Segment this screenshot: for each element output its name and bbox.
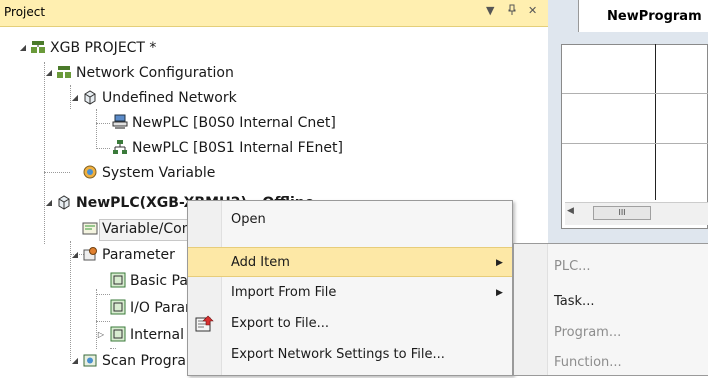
submenu-item-plc: PLC... bbox=[514, 252, 708, 282]
tree-item-fenet[interactable]: NewPLC [B0S1 Internal FEnet] bbox=[112, 137, 343, 159]
scroll-thumb[interactable]: III bbox=[593, 206, 651, 220]
cnet-device-icon bbox=[112, 114, 128, 129]
tab-newprogram[interactable]: NewProgram bbox=[578, 0, 708, 32]
horizontal-scrollbar[interactable]: ◀ III bbox=[565, 202, 708, 225]
menu-item-label: Function... bbox=[554, 355, 622, 370]
plc-cube-icon bbox=[58, 195, 70, 210]
expanded-arrow-icon[interactable]: ◢ bbox=[70, 350, 80, 372]
menu-item-add-item[interactable]: Add Item ▶ bbox=[188, 247, 512, 277]
dropdown-icon[interactable]: ▼ bbox=[486, 4, 494, 17]
system-variable-icon bbox=[83, 165, 97, 179]
panel-title: Project bbox=[4, 5, 46, 19]
close-icon[interactable]: ✕ bbox=[528, 4, 537, 17]
tree-label: Network Configuration bbox=[76, 65, 234, 81]
network-config-icon bbox=[57, 66, 71, 78]
submenu-item-function: Function... bbox=[514, 348, 708, 378]
pin-icon[interactable] bbox=[507, 4, 517, 19]
expanded-arrow-icon[interactable]: ◢ bbox=[44, 192, 54, 214]
tree-label: NewPLC [B0S0 Internal Cnet] bbox=[132, 115, 336, 131]
tree-label: Parameter bbox=[102, 247, 175, 263]
submenu-item-task[interactable]: Task... bbox=[514, 287, 708, 317]
menu-item-label: Task... bbox=[554, 294, 595, 309]
project-panel-header: Project ▼ ✕ bbox=[0, 0, 548, 27]
menu-item-label: Export Network Settings to File... bbox=[231, 347, 445, 362]
tree-item-system-variable[interactable]: System Variable bbox=[82, 162, 215, 184]
tree-item-cnet[interactable]: NewPLC [B0S0 Internal Cnet] bbox=[112, 112, 336, 134]
tree-label: Undefined Network bbox=[102, 90, 237, 106]
tree-item-undefined-network[interactable]: Undefined Network bbox=[82, 87, 237, 109]
tree-label: System Variable bbox=[102, 165, 216, 181]
tree-label: XGB PROJECT * bbox=[50, 40, 157, 56]
network-cube-icon bbox=[84, 90, 96, 105]
menu-item-export-to-file[interactable]: Export to File... bbox=[188, 309, 512, 339]
menu-item-label: Program... bbox=[554, 325, 622, 340]
parameter-icon bbox=[83, 247, 97, 261]
collapsed-arrow-icon[interactable]: ▷ bbox=[96, 324, 106, 346]
variable-comment-icon bbox=[82, 222, 98, 235]
expanded-arrow-icon[interactable]: ◢ bbox=[70, 244, 80, 266]
parameter-box-icon bbox=[110, 272, 126, 288]
tree-item-parameter[interactable]: Parameter bbox=[82, 244, 175, 266]
context-menu: Open Add Item ▶ Import From File ▶ Expor… bbox=[187, 200, 513, 376]
menu-item-export-network-settings[interactable]: Export Network Settings to File... bbox=[188, 340, 512, 370]
submenu-item-program: Program... bbox=[514, 318, 708, 348]
tree-item-scan-program[interactable]: Scan Program bbox=[82, 350, 200, 372]
submenu-arrow-icon: ▶ bbox=[496, 258, 503, 268]
menu-item-label: Import From File bbox=[231, 285, 337, 300]
tree-label: Scan Program bbox=[102, 353, 200, 369]
expanded-arrow-icon[interactable]: ◢ bbox=[70, 87, 80, 109]
project-icon bbox=[31, 41, 45, 53]
fenet-device-icon bbox=[113, 140, 127, 154]
ladder-left-rail bbox=[655, 44, 656, 200]
menu-item-import-from-file[interactable]: Import From File ▶ bbox=[188, 278, 512, 308]
tree-label: NewPLC [B0S1 Internal FEnet] bbox=[132, 140, 343, 156]
tree-item-project[interactable]: XGB PROJECT * bbox=[30, 37, 156, 59]
add-item-submenu: PLC... Task... Program... Function... bbox=[513, 243, 708, 376]
ladder-row-line bbox=[562, 93, 708, 94]
menu-item-open[interactable]: Open bbox=[188, 205, 512, 235]
expanded-arrow-icon[interactable]: ◢ bbox=[18, 37, 28, 59]
scan-program-icon bbox=[83, 354, 97, 367]
menu-item-label: Open bbox=[231, 212, 266, 227]
tab-label: NewProgram bbox=[607, 9, 702, 24]
scroll-left-icon[interactable]: ◀ bbox=[567, 206, 574, 216]
export-icon bbox=[195, 315, 214, 332]
parameter-box-icon bbox=[110, 299, 126, 315]
menu-item-label: Export to File... bbox=[231, 316, 330, 331]
parameter-box-icon bbox=[110, 326, 126, 342]
ladder-row-line bbox=[562, 143, 708, 144]
expanded-arrow-icon[interactable]: ◢ bbox=[44, 62, 54, 84]
menu-item-label: Add Item bbox=[231, 255, 290, 270]
submenu-arrow-icon: ▶ bbox=[496, 288, 503, 298]
menu-item-label: PLC... bbox=[554, 259, 591, 274]
tree-item-network-configuration[interactable]: Network Configuration bbox=[56, 62, 234, 84]
